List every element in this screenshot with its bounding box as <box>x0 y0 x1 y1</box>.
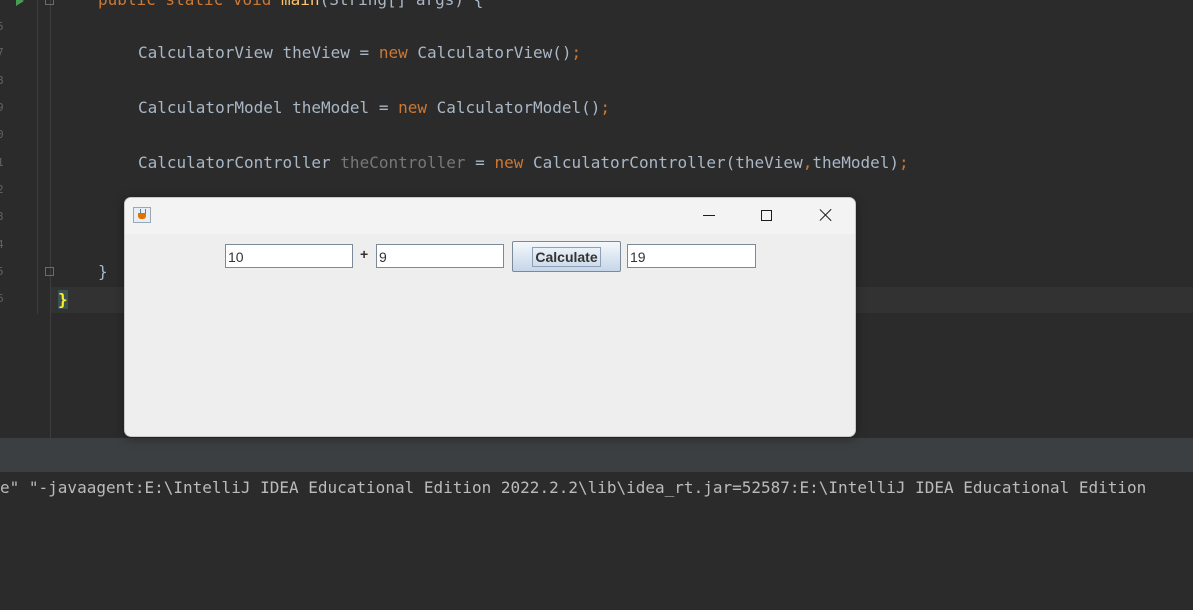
first-number-field[interactable] <box>225 244 353 268</box>
keyword: new <box>494 153 524 172</box>
calculator-panel: + Calculate <box>125 234 855 436</box>
line-number: 4 <box>0 238 4 251</box>
code-line-controller: CalculatorController theController = new… <box>138 153 909 173</box>
code-text: CalculatorModel() <box>427 98 601 117</box>
code-text: CalculatorController <box>138 153 341 172</box>
close-icon <box>819 208 833 222</box>
code-text: (String[] args) { <box>320 0 484 9</box>
closing-brace-class: } <box>58 290 68 309</box>
code-text: CalculatorController(theView <box>523 153 803 172</box>
closing-brace-method: } <box>98 262 108 281</box>
method-name: main <box>281 0 320 9</box>
line-number: 9 <box>0 101 4 114</box>
line-number: 8 <box>0 74 4 87</box>
line-number: 1 <box>0 156 4 169</box>
close-button[interactable] <box>803 202 849 230</box>
code-line-view: CalculatorView theView = new CalculatorV… <box>138 43 581 63</box>
java-icon <box>133 207 151 223</box>
calculator-window: + Calculate <box>124 197 856 437</box>
line-number: 2 <box>0 183 4 196</box>
keyword: public static void <box>98 0 281 9</box>
unused-variable: theController <box>340 153 466 172</box>
calculate-label: Calculate <box>532 246 601 267</box>
code-text: CalculatorView theView = <box>138 43 379 62</box>
semicolon: ; <box>571 43 582 62</box>
console-output-line: e" "-javaagent:E:\IntelliJ IDEA Educatio… <box>0 478 1147 497</box>
line-number: 6 <box>0 292 4 305</box>
result-field[interactable] <box>627 244 756 268</box>
maximize-button[interactable] <box>744 202 790 230</box>
run-console[interactable]: e" "-javaagent:E:\IntelliJ IDEA Educatio… <box>0 472 1193 610</box>
minimize-button[interactable] <box>686 202 732 230</box>
line-number: 5 <box>0 265 4 278</box>
code-text: = <box>465 153 495 172</box>
line-number: 3 <box>0 210 4 223</box>
line-number-gutter: 5 7 8 9 0 1 2 3 4 5 6 <box>0 0 14 438</box>
maximize-icon <box>761 210 772 221</box>
operator-label: + <box>360 246 369 262</box>
code-line-model: CalculatorModel theModel = new Calculato… <box>138 98 610 118</box>
code-text: theModel) <box>812 153 900 172</box>
comma: , <box>802 153 813 172</box>
calculate-button[interactable]: Calculate <box>512 241 621 272</box>
fold-icon[interactable] <box>45 0 54 5</box>
code-line-main-signature: public static void main(String[] args) { <box>98 0 483 10</box>
fold-icon[interactable] <box>45 267 54 276</box>
second-number-field[interactable] <box>376 244 504 268</box>
gutter-divider <box>37 0 38 314</box>
keyword: new <box>378 43 408 62</box>
line-number: 0 <box>0 128 4 141</box>
tool-window-header <box>0 438 1193 472</box>
line-number: 7 <box>0 46 4 59</box>
closing-brace-class-wrap: } <box>58 290 68 310</box>
fold-gutter-divider <box>50 0 51 438</box>
line-number: 5 <box>0 20 4 33</box>
keyword: new <box>398 98 427 117</box>
run-icon[interactable] <box>16 0 24 6</box>
code-text: CalculatorModel theModel = <box>138 98 399 117</box>
window-title-bar[interactable] <box>125 198 855 234</box>
semicolon: ; <box>899 153 909 172</box>
code-text: CalculatorView() <box>407 43 572 62</box>
semicolon: ; <box>600 98 611 117</box>
minimize-icon <box>703 215 715 216</box>
